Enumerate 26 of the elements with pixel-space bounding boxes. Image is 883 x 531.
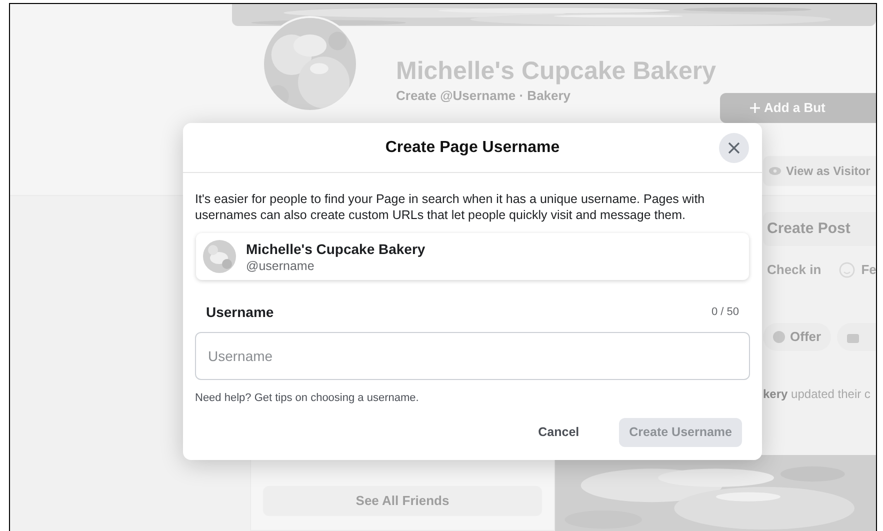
see-all-friends-button[interactable]: See All Friends [263,486,542,516]
username-field[interactable]: Username [195,332,750,380]
plus-icon [750,103,760,113]
add-button[interactable]: Add a But [720,93,876,123]
page-subtitle: Create @Username · Bakery [396,87,572,105]
feeling-action[interactable]: Fe [861,260,876,280]
dialog-description: It's easier for people to find your Page in search when it has a unique username. Pages with usernames can also create custom URLs that let people quickly visit and message them. [195,191,706,223]
create-post-field[interactable]: Create Post [763,212,876,246]
check-in-action[interactable]: Check in [767,260,822,280]
view-as-visitor-button[interactable]: View as Visitor [763,156,876,186]
smiley-icon [839,262,856,278]
field-label: Username [206,303,274,322]
page-name: Michelle's Cupcake Bakery [246,240,426,258]
offer-chip[interactable]: Offer [763,323,832,351]
character-counter: 0 / 50 [711,305,739,320]
page-avatar [203,240,236,273]
shop-icon [847,332,860,342]
cancel-button[interactable]: Cancel [518,418,600,446]
eye-icon [769,167,781,175]
dialog-title: Create Page Username [385,138,560,158]
help-text: Need help? Get tips on choosing a username. [195,391,420,406]
close-icon [728,142,740,154]
close-button[interactable] [719,133,749,163]
activity-text: kery updated their c [763,386,872,403]
tag-icon [773,331,785,343]
page-handle: @username [246,258,316,274]
